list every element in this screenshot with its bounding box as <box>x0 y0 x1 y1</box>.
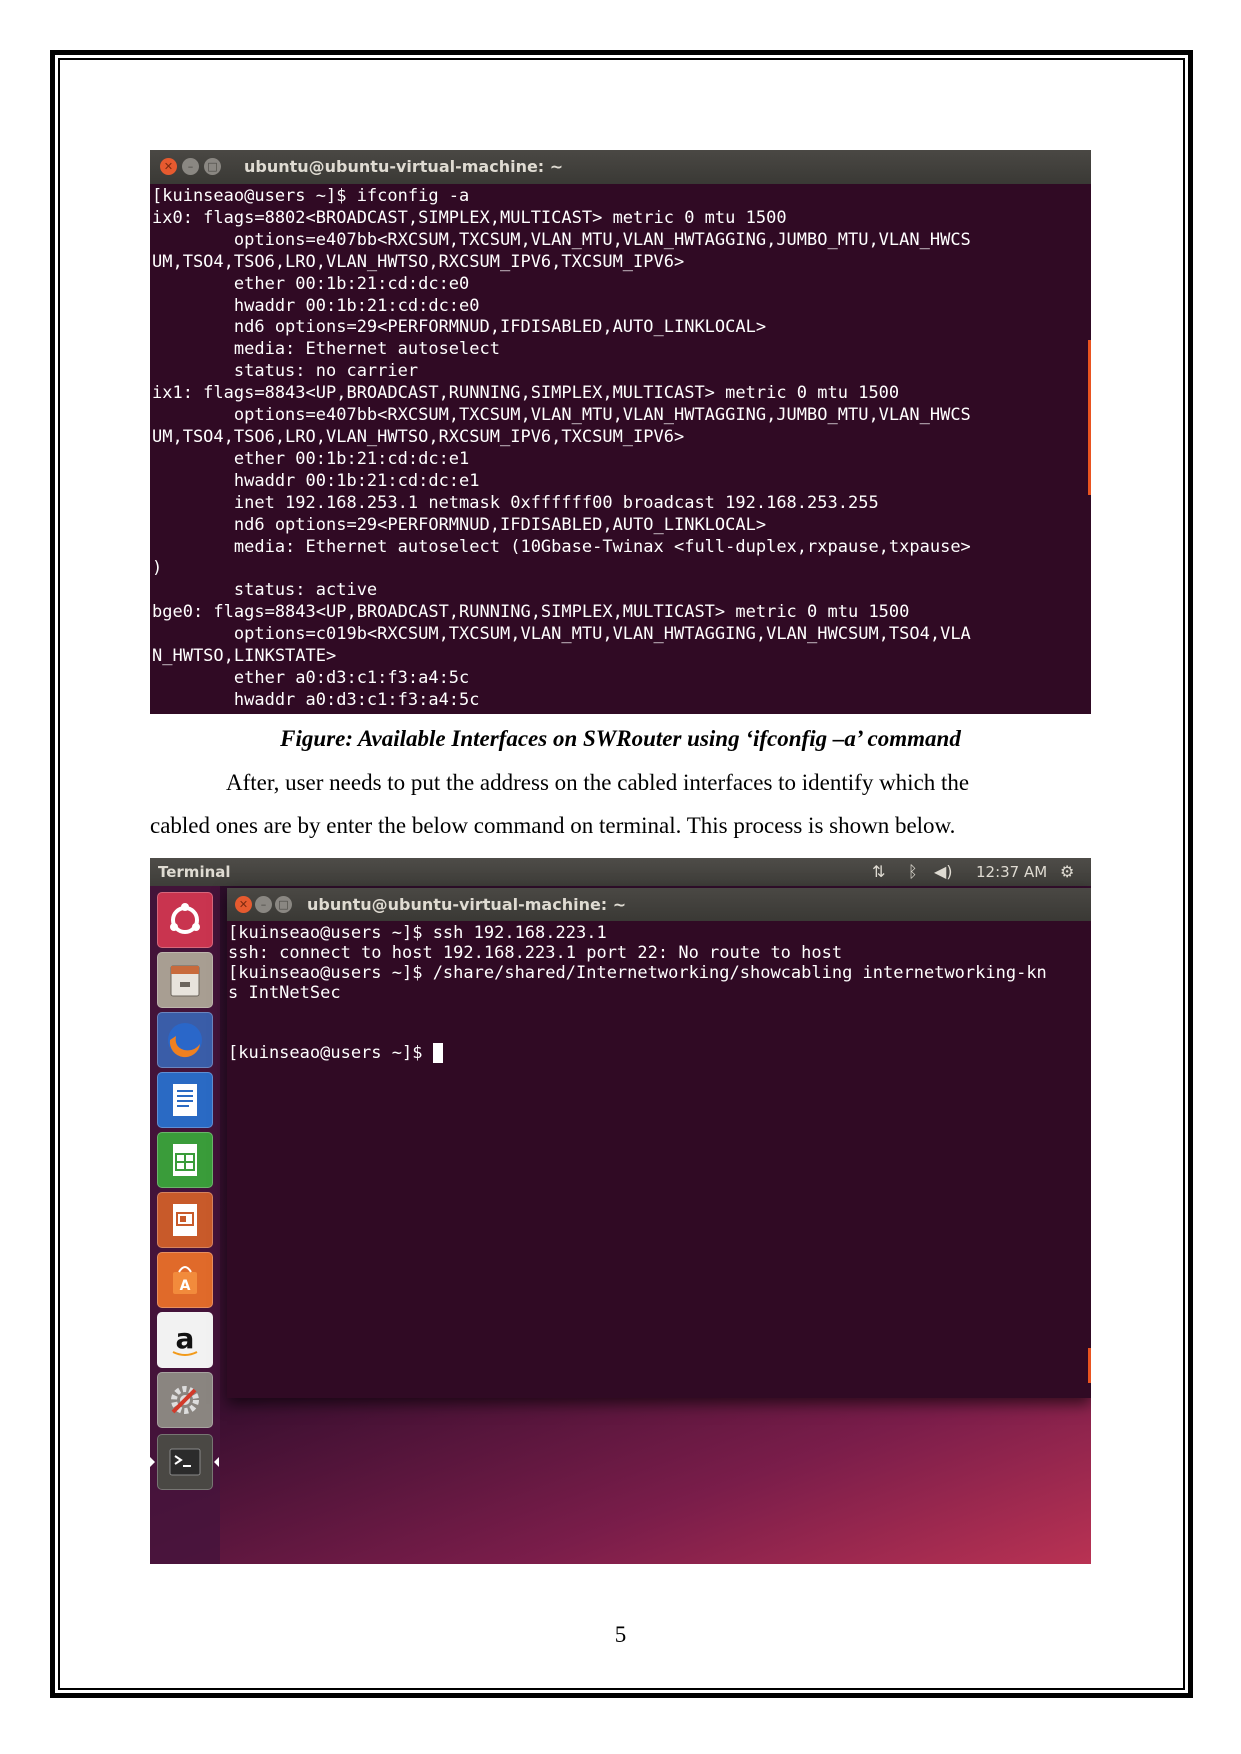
terminal-line: bge0: flags=8843<UP,BROADCAST,RUNNING,SI… <box>152 602 910 623</box>
files-icon[interactable] <box>157 952 213 1008</box>
top-panel: Terminal ⇅ ᛒ ◀) 12:37 AM ⚙ <box>150 858 1091 886</box>
scrollbar[interactable] <box>1088 340 1091 495</box>
paragraph-line-2: cabled ones are by enter the below comma… <box>150 813 956 838</box>
terminal-line: hwaddr a0:d3:c1:f3:a4:5c <box>152 689 480 710</box>
terminal-line: [kuinseao@users ~]$ ifconfig -a <box>152 186 470 206</box>
terminal-line: UM,TSO4,TSO6,LRO,VLAN_HWTSO,RXCSUM_IPV6,… <box>152 251 685 272</box>
scrollbar[interactable] <box>1088 1348 1091 1383</box>
terminal-icon[interactable] <box>157 1434 213 1490</box>
terminal-line: options=e407bb<RXCSUM,TXCSUM,VLAN_MTU,VL… <box>152 405 971 426</box>
launcher: A a <box>150 886 220 1564</box>
libreoffice-impress-icon[interactable] <box>157 1192 213 1248</box>
terminal-line: nd6 options=29<PERFORMNUD,IFDISABLED,AUT… <box>152 514 767 535</box>
figure-caption: Figure: Available Interfaces on SWRouter… <box>280 726 961 751</box>
terminal-line: ether 00:1b:21:cd:dc:e0 <box>152 273 470 294</box>
terminal-line: nd6 options=29<PERFORMNUD,IFDISABLED,AUT… <box>152 317 767 338</box>
close-icon[interactable]: ✕ <box>160 158 177 175</box>
window-titlebar: ✕ – □ ubuntu@ubuntu-virtual-machine: ~ <box>150 150 1091 184</box>
terminal-output[interactable]: [kuinseao@users ~]$ ssh 192.168.223.1 ss… <box>227 921 1091 1065</box>
window-title: ubuntu@ubuntu-virtual-machine: ~ <box>307 895 627 914</box>
paragraph-line-1: After, user needs to put the address on … <box>226 770 970 795</box>
terminal-window[interactable]: ✕ – □ ubuntu@ubuntu-virtual-machine: ~ [… <box>227 888 1091 1398</box>
terminal-line: ) <box>152 558 163 579</box>
terminal-line: s IntNetSec <box>228 983 341 1003</box>
terminal-line: hwaddr 00:1b:21:cd:dc:e0 <box>152 295 480 316</box>
minimize-icon[interactable]: – <box>255 896 272 913</box>
terminal-line: status: active <box>152 580 378 601</box>
svg-text:a: a <box>176 1322 195 1355</box>
libreoffice-writer-icon[interactable] <box>157 1072 213 1128</box>
terminal-line: ix1: flags=8843<UP,BROADCAST,RUNNING,SIM… <box>152 383 900 404</box>
terminal-line: options=e407bb<RXCSUM,TXCSUM,VLAN_MTU,VL… <box>152 229 971 250</box>
terminal-line: options=c019b<RXCSUM,TXCSUM,VLAN_MTU,VLA… <box>152 624 971 645</box>
active-app-arrow-left <box>150 1457 155 1467</box>
terminal-line: inet 192.168.253.1 netmask 0xffffff00 br… <box>152 492 879 513</box>
window-titlebar: ✕ – □ ubuntu@ubuntu-virtual-machine: ~ <box>227 888 1091 921</box>
svg-text:A: A <box>180 1278 191 1294</box>
firefox-icon[interactable] <box>157 1012 213 1068</box>
terminal-line: ssh: connect to host 192.168.223.1 port … <box>228 943 843 963</box>
terminal-line: UM,TSO4,TSO6,LRO,VLAN_HWTSO,RXCSUM_IPV6,… <box>152 426 685 447</box>
minimize-icon[interactable]: – <box>182 158 199 175</box>
terminal-line: [kuinseao@users ~]$ ssh 192.168.223.1 <box>228 923 607 943</box>
active-app-arrow-right <box>214 1457 219 1467</box>
terminal-line: [kuinseao@users ~]$ <box>228 1043 433 1063</box>
ifconfig-screenshot: ✕ – □ ubuntu@ubuntu-virtual-machine: ~ [… <box>150 150 1091 714</box>
window-title: ubuntu@ubuntu-virtual-machine: ~ <box>244 157 564 176</box>
active-app-name: Terminal <box>158 863 231 881</box>
terminal-line: media: Ethernet autoselect <box>152 339 500 360</box>
system-settings-icon[interactable] <box>157 1372 213 1428</box>
terminal-line: status: no carrier <box>152 361 419 382</box>
page-number: 5 <box>614 1622 627 1647</box>
desktop-screenshot: Terminal ⇅ ᛒ ◀) 12:37 AM ⚙ A a ✕ – □ ubu… <box>150 858 1091 1564</box>
bluetooth-icon[interactable]: ᛒ <box>908 862 918 881</box>
maximize-icon[interactable]: □ <box>275 896 292 913</box>
close-icon[interactable]: ✕ <box>235 896 252 913</box>
maximize-icon[interactable]: □ <box>204 158 221 175</box>
terminal-line: media: Ethernet autoselect (10Gbase-Twin… <box>152 536 971 557</box>
terminal-output: [kuinseao@users ~]$ ifconfig -a ix0: fla… <box>150 184 1091 714</box>
libreoffice-calc-icon[interactable] <box>157 1132 213 1188</box>
clock[interactable]: 12:37 AM <box>976 863 1047 881</box>
terminal-line: hwaddr 00:1b:21:cd:dc:e1 <box>152 470 480 491</box>
terminal-line: ix0: flags=8802<BROADCAST,SIMPLEX,MULTIC… <box>152 207 787 228</box>
terminal-line: ether a0:d3:c1:f3:a4:5c <box>152 667 470 688</box>
terminal-line: N_HWTSO,LINKSTATE> <box>152 646 337 667</box>
ubuntu-dash-icon[interactable] <box>157 892 213 948</box>
software-center-icon[interactable]: A <box>157 1252 213 1308</box>
terminal-line: [kuinseao@users ~]$ /share/shared/Intern… <box>228 963 1047 983</box>
amazon-icon[interactable]: a <box>157 1312 213 1368</box>
network-icon[interactable]: ⇅ <box>872 862 885 881</box>
terminal-line: ether 00:1b:21:cd:dc:e1 <box>152 448 470 469</box>
gear-icon[interactable]: ⚙ <box>1060 862 1074 881</box>
terminal-cursor <box>432 1043 443 1063</box>
volume-icon[interactable]: ◀) <box>934 862 953 881</box>
